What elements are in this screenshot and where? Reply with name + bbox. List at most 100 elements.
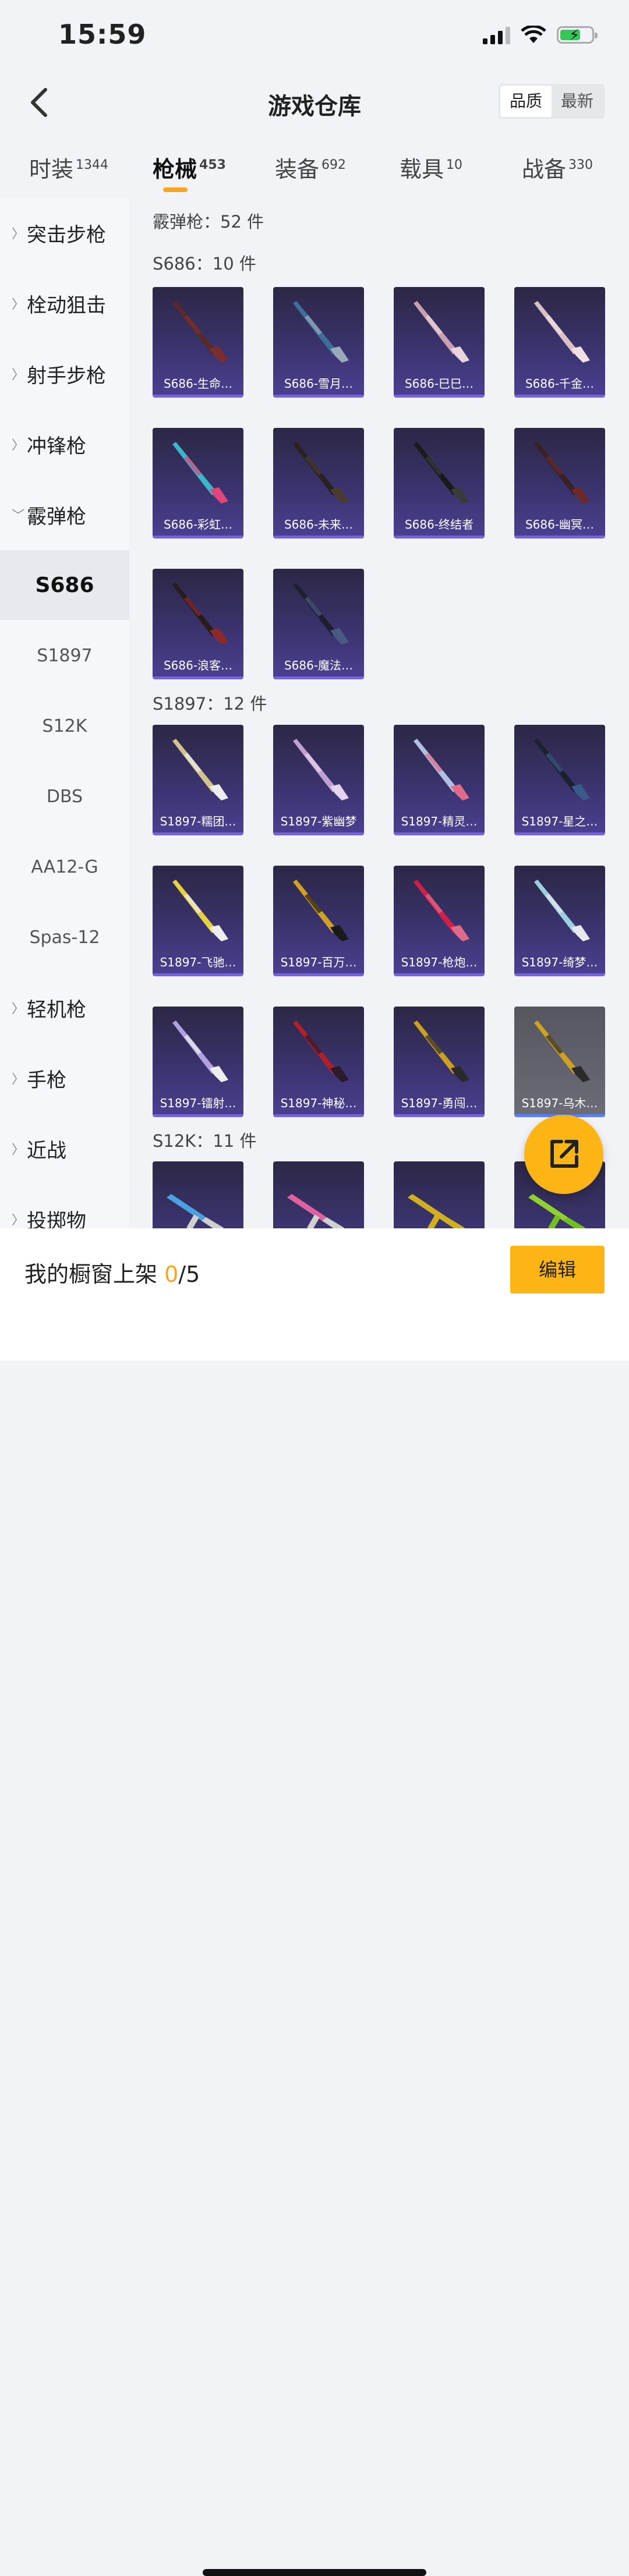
weapon-card[interactable]: S686-巳巳… [394,287,485,398]
rifle-skin-icon [408,1194,465,1228]
weapon-card[interactable] [153,1161,243,1228]
sort-newest-button[interactable]: 最新 [552,86,603,117]
sidebar-item-marksman-rifle[interactable]: 〉射手步枪 [0,339,129,409]
weapon-card[interactable] [273,1161,364,1228]
shotgun-skin-icon [172,301,228,363]
weapon-card-name: S686-终结者 [404,518,474,532]
weapon-card[interactable]: S1897-星之… [514,725,605,835]
showcase-bar: 我的橱窗上架 0/5 编辑 [0,1228,629,2576]
chevron-right-icon: 〉 [12,227,25,242]
shotgun-skin-icon [172,442,228,504]
weapon-card[interactable] [394,1161,485,1228]
weapon-card[interactable]: S1897-乌木… [514,1007,605,1117]
shotgun-skin-icon [534,739,590,800]
weapon-card-name: S686-巳巳… [404,377,474,391]
weapon-card[interactable]: S1897-飞驰… [153,866,243,976]
weapon-card-name: S686-未来… [284,518,354,532]
shotgun-skin-icon [534,880,590,941]
sidebar-item-smg[interactable]: 〉冲锋枪 [0,409,129,479]
weapon-card[interactable]: S686-千金… [514,287,605,398]
weapon-card[interactable]: S686-彩虹… [153,428,243,538]
weapon-card[interactable]: S686-浪客… [153,569,243,679]
weapon-card[interactable]: S686-雪月… [273,287,364,398]
sort-quality-button[interactable]: 品质 [500,86,552,117]
shotgun-skin-icon [414,301,469,363]
shotgun-skin-icon [414,1021,469,1082]
section-title-s1897: S1897：12 件 [153,694,267,714]
weapon-card[interactable]: S686-终结者 [394,428,485,538]
section-title-s12k: S12K：11 件 [153,1131,257,1151]
sidebar-item-bolt-sniper[interactable]: 〉栓动狙击 [0,268,129,338]
signal-icon [483,26,510,44]
chevron-down-icon: ﹀ [12,509,25,523]
tab-underline [163,187,188,192]
sidebar-item-shotgun[interactable]: ﹀ 霰弹枪 [0,480,129,550]
sidebar-item-assault-rifle[interactable]: 〉突击步枪 [0,198,129,268]
shotgun-skin-icon [534,442,590,504]
weapon-card[interactable]: S686-未来… [273,428,364,538]
weapon-card-name: S1897-神秘… [280,1096,357,1110]
tab-weapons[interactable]: 枪械 453 [153,151,226,192]
battery-icon: ⚡ [557,26,598,44]
share-fab[interactable] [524,1115,603,1194]
section-title-s686: S686：10 件 [153,254,256,274]
weapon-card[interactable]: S1897-神秘… [273,1007,364,1117]
tab-vehicles[interactable]: 载具 10 [400,151,462,183]
weapon-card[interactable]: S1897-糯团… [153,725,243,835]
weapon-card-name: S1897-精灵… [401,814,478,828]
weapon-card[interactable]: S1897-勇闯… [394,1007,485,1117]
sidebar-sub-dbs[interactable]: DBS [0,761,129,831]
weapon-card[interactable]: S1897-镭射… [153,1007,243,1117]
weapon-card[interactable]: S1897-绮梦… [514,866,605,976]
weapon-card[interactable]: S1897-枪炮… [394,866,485,976]
sidebar-sub-spas12[interactable]: Spas-12 [0,902,129,972]
shotgun-skin-icon [172,739,228,800]
external-link-icon [550,1140,578,1168]
weapon-card[interactable]: S686-魔法… [273,569,364,679]
weapon-card-name: S1897-枪炮… [401,955,478,969]
sidebar-sub-aa12g[interactable]: AA12-G [0,832,129,902]
edit-button[interactable]: 编辑 [510,1246,605,1294]
sidebar-item-lmg[interactable]: 〉轻机枪 [0,973,129,1043]
shotgun-skin-icon [414,880,469,941]
wifi-icon [521,26,546,43]
weapon-card[interactable]: S1897-百万… [273,866,364,976]
sidebar-sub-s1897[interactable]: S1897 [0,621,129,690]
chevron-right-icon: 〉 [12,1143,25,1157]
weapon-card-name: S686-雪月… [284,377,354,391]
tab-fashion[interactable]: 时装 1344 [29,151,108,183]
weapon-card-name: S1897-勇闯… [401,1096,478,1110]
weapon-card-name: S686-魔法… [284,658,354,672]
weapon-card[interactable]: S686-幽冥… [514,428,605,538]
weapon-card[interactable]: S686-生命… [153,287,243,398]
tab-supplies[interactable]: 战备 330 [522,151,593,183]
home-indicator[interactable] [203,2569,426,2576]
sidebar-sub-s12k[interactable]: S12K [0,691,129,761]
sidebar: 〉突击步枪 〉栓动狙击 〉射手步枪 〉冲锋枪 ﹀ 霰弹枪 S686 S1897 S… [0,198,129,1233]
category-tabs: 时装 1344 枪械 453 装备 692 载具 10 战备 330 [0,140,629,198]
weapon-card-name: S686-千金… [525,377,595,391]
shotgun-skin-icon [534,301,590,363]
weapon-card[interactable]: S1897-精灵… [394,725,485,835]
weapon-card-name: S1897-星之… [521,814,598,828]
sort-toggle: 品质 最新 [498,84,605,119]
sidebar-item-pistol[interactable]: 〉手枪 [0,1043,129,1113]
chevron-right-icon: 〉 [12,1002,25,1016]
nav-header: 游戏仓库 品质 最新 [0,70,629,134]
sidebar-sub-s686[interactable]: S686 [0,550,129,620]
shotgun-skin-icon [414,739,469,800]
chevron-right-icon: 〉 [12,1072,25,1087]
weapon-card-name: S686-幽冥… [525,518,595,532]
shotgun-skin-icon [172,1021,228,1082]
weapon-card-name: S686-生命… [163,377,233,391]
sidebar-item-melee[interactable]: 〉近战 [0,1114,129,1184]
weapon-card-name: S1897-飞驰… [160,955,236,969]
weapon-card-name: S1897-绮梦… [521,955,598,969]
chevron-right-icon: 〉 [12,297,25,312]
weapon-card-name: S686-浪客… [163,658,233,672]
total-count: 霰弹枪：52 件 [153,212,264,232]
item-grid-panel[interactable]: 霰弹枪：52 件 S686：10 件 S1897：12 件 S12K：11 件 … [129,198,629,1228]
shotgun-skin-icon [414,442,469,504]
tab-equipment[interactable]: 装备 692 [275,151,346,183]
weapon-card[interactable]: S1897-紫幽梦 [273,725,364,835]
